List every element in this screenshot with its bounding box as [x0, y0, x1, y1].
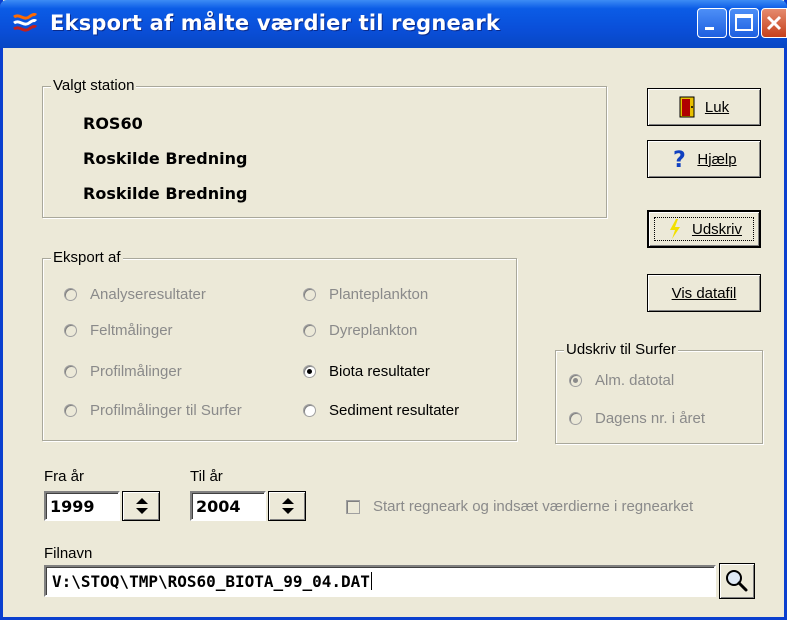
radio-biota-resultater[interactable]: Biota resultater: [303, 363, 430, 380]
from-year-label: Fra år: [44, 468, 85, 485]
filename-input[interactable]: V:\STOQ\TMP\ROS60_BIOTA_99_04.DAT: [44, 565, 716, 597]
maximize-button[interactable]: [729, 8, 759, 38]
svg-text:?: ?: [673, 148, 686, 170]
close-icon: [766, 15, 782, 31]
window-title: Eksport af målte værdier til regneark: [50, 11, 501, 35]
surfer-group: Udskriv til Surfer: [555, 341, 763, 444]
from-year-stepper[interactable]: [122, 491, 160, 521]
app-icon: [12, 12, 38, 34]
filename-value: V:\STOQ\TMP\ROS60_BIOTA_99_04.DAT: [52, 572, 370, 591]
station-name-2: Roskilde Bredning: [83, 184, 248, 203]
radio-alm-datotal[interactable]: Alm. datotal: [569, 372, 674, 389]
lightning-icon: [666, 218, 684, 240]
station-code: ROS60: [83, 114, 143, 133]
to-year-label: Til år: [190, 468, 223, 485]
radio-sediment-resultater[interactable]: Sediment resultater: [303, 402, 459, 419]
radio-planteplankton[interactable]: Planteplankton: [303, 286, 428, 303]
radio-profilmaalinger-surfer[interactable]: Profilmålinger til Surfer: [64, 402, 242, 419]
arrow-up-icon: [136, 498, 148, 504]
radio-feltmaalinger[interactable]: Feltmålinger: [64, 322, 173, 339]
maximize-icon: [735, 14, 753, 31]
to-year-input[interactable]: 2004: [190, 491, 266, 521]
door-exit-icon: [679, 96, 697, 118]
minimize-icon: [705, 27, 714, 30]
arrow-up-icon: [282, 498, 294, 504]
to-year-stepper[interactable]: [268, 491, 306, 521]
help-button[interactable]: ? Hjælp: [647, 140, 761, 178]
magnifier-icon: [726, 570, 748, 592]
luk-label: Luk: [704, 98, 730, 116]
help-label: Hjælp: [697, 150, 737, 168]
start-excel-label: Start regneark og indsæt værdierne i reg…: [373, 498, 694, 515]
station-name-1: Roskilde Bredning: [83, 149, 248, 168]
station-group-label: Valgt station: [51, 77, 137, 94]
radio-analyseresultater[interactable]: Analyseresultater: [64, 286, 206, 303]
title-bar[interactable]: Eksport af målte værdier til regneark: [0, 0, 787, 48]
arrow-down-icon: [282, 508, 294, 514]
export-dialog: Eksport af målte værdier til regneark Va…: [0, 0, 787, 620]
from-year-input[interactable]: 1999: [44, 491, 120, 521]
print-button[interactable]: Udskriv: [647, 210, 761, 248]
start-excel-checkbox[interactable]: [346, 500, 360, 514]
close-button[interactable]: [761, 8, 787, 38]
browse-button[interactable]: [719, 563, 755, 599]
view-datafile-button[interactable]: Vis datafil: [647, 274, 761, 312]
minimize-button[interactable]: [697, 8, 727, 38]
radio-dyreplankton[interactable]: Dyreplankton: [303, 322, 417, 339]
filename-label: Filnavn: [44, 545, 93, 562]
surfer-group-label: Udskriv til Surfer: [564, 341, 679, 358]
luk-button[interactable]: Luk: [647, 88, 761, 126]
arrow-down-icon: [136, 508, 148, 514]
radio-dagens-nr[interactable]: Dagens nr. i året: [569, 410, 705, 427]
question-icon: ?: [671, 148, 689, 173]
export-group-label: Eksport af: [51, 249, 123, 266]
view-datafile-label: Vis datafil: [671, 284, 737, 302]
radio-profilmaalinger[interactable]: Profilmålinger: [64, 363, 182, 380]
